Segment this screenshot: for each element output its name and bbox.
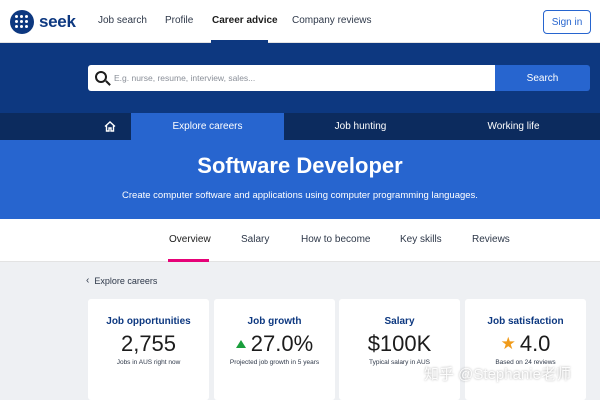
card-caption: Projected job growth in 5 years	[229, 359, 320, 366]
subtab-reviews[interactable]: Reviews	[472, 234, 510, 245]
card-value-text: $100K	[367, 331, 432, 356]
nav-career-advice[interactable]: Career advice	[212, 15, 278, 26]
card-value: ★ 4.0	[465, 331, 586, 357]
seek-logo[interactable]: seek	[10, 9, 76, 35]
card-caption: Jobs in AUS right now	[116, 359, 181, 366]
page-title: Software Developer	[197, 153, 403, 178]
tab-explore-careers[interactable]: Explore careers	[131, 113, 284, 140]
search-button[interactable]: Search	[495, 65, 590, 91]
nav-job-search[interactable]: Job search	[98, 15, 147, 26]
brand-name: seek	[39, 12, 76, 31]
card-value-text: 2,755	[120, 331, 177, 356]
card-salary[interactable]: Salary $100K Typical salary in AUS	[339, 299, 460, 400]
card-title: Job growth	[247, 316, 302, 327]
career-hero: Software Developer Create computer softw…	[0, 140, 600, 219]
sign-in-button[interactable]: Sign in	[543, 10, 591, 34]
card-job-satisfaction[interactable]: Job satisfaction ★ 4.0 Based on 24 revie…	[465, 299, 586, 400]
career-subtabs: Overview Salary How to become Key skills…	[0, 219, 600, 262]
card-job-opportunities[interactable]: Job opportunities 2,755 Jobs in AUS righ…	[88, 299, 209, 400]
search-band: Search	[0, 43, 600, 113]
home-tab[interactable]	[95, 113, 125, 140]
active-subtab-indicator	[168, 259, 209, 262]
card-title: Job satisfaction	[487, 316, 564, 327]
card-value-text: 4.0	[519, 331, 551, 356]
tab-job-hunting[interactable]: Job hunting	[284, 113, 437, 140]
subtab-how-to-become[interactable]: How to become	[301, 234, 370, 245]
subtab-overview[interactable]: Overview	[169, 234, 211, 245]
card-job-growth[interactable]: Job growth 27.0% Projected job growth in…	[214, 299, 335, 400]
search-box	[88, 65, 495, 91]
subtab-key-skills[interactable]: Key skills	[400, 234, 442, 245]
nav-company-reviews[interactable]: Company reviews	[292, 15, 371, 26]
watermark: 知乎 @Stephanie老师	[424, 366, 571, 383]
subtab-salary[interactable]: Salary	[241, 234, 269, 245]
breadcrumb-label: Explore careers	[94, 275, 158, 286]
section-tabs: Explore careers Job hunting Working life	[0, 113, 600, 140]
card-value: 27.0%	[214, 331, 335, 357]
card-value-text: 27.0%	[250, 331, 314, 356]
card-title: Salary	[384, 316, 415, 327]
top-navigation: seek Job search Profile Career advice Co…	[0, 0, 600, 43]
up-arrow-icon	[235, 340, 246, 348]
card-value: 2,755	[88, 331, 209, 357]
page-subtitle: Create computer software and application…	[122, 190, 478, 201]
search-input[interactable]	[114, 65, 489, 91]
breadcrumb[interactable]: ‹ Explore careers	[86, 275, 157, 286]
star-icon: ★	[500, 334, 516, 353]
nav-profile[interactable]: Profile	[165, 15, 193, 26]
seek-logo-icon	[10, 10, 34, 34]
card-title: Job opportunities	[106, 316, 191, 327]
search-icon	[95, 71, 107, 83]
home-icon	[104, 121, 116, 132]
card-value: $100K	[339, 331, 460, 357]
tab-working-life[interactable]: Working life	[437, 113, 590, 140]
chevron-left-icon: ‹	[86, 275, 90, 286]
